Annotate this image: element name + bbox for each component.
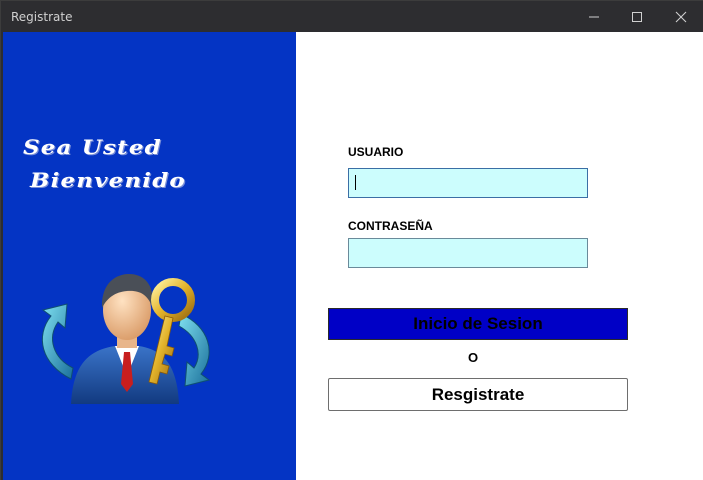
welcome-line-2: Bienvenido	[30, 168, 186, 192]
title-bar[interactable]: Registrate	[1, 1, 703, 32]
login-button[interactable]: Inicio de Sesion	[328, 308, 628, 340]
password-label: CONTRASEÑA	[348, 219, 433, 233]
window-title: Registrate	[11, 10, 73, 24]
close-icon	[675, 11, 687, 22]
username-label: USUARIO	[348, 145, 404, 159]
welcome-panel: Sea Usted Bienvenido	[1, 32, 296, 480]
maximize-button[interactable]	[614, 1, 660, 32]
minimize-icon	[589, 16, 599, 17]
username-input[interactable]	[348, 168, 588, 198]
minimize-button[interactable]	[571, 1, 617, 32]
close-button[interactable]	[658, 1, 703, 32]
maximize-icon	[632, 11, 642, 22]
login-form: USUARIO CONTRASEÑA Inicio de Sesion O Re…	[296, 32, 703, 480]
text-caret	[355, 175, 356, 190]
password-input[interactable]	[348, 238, 588, 268]
user-key-icon	[41, 274, 211, 404]
app-window: Registrate Sea Usted Bienvenido USUARIO …	[0, 0, 703, 480]
or-separator: O	[468, 350, 479, 365]
register-button[interactable]: Resgistrate	[328, 378, 628, 411]
welcome-line-1: Sea Usted	[23, 135, 162, 159]
